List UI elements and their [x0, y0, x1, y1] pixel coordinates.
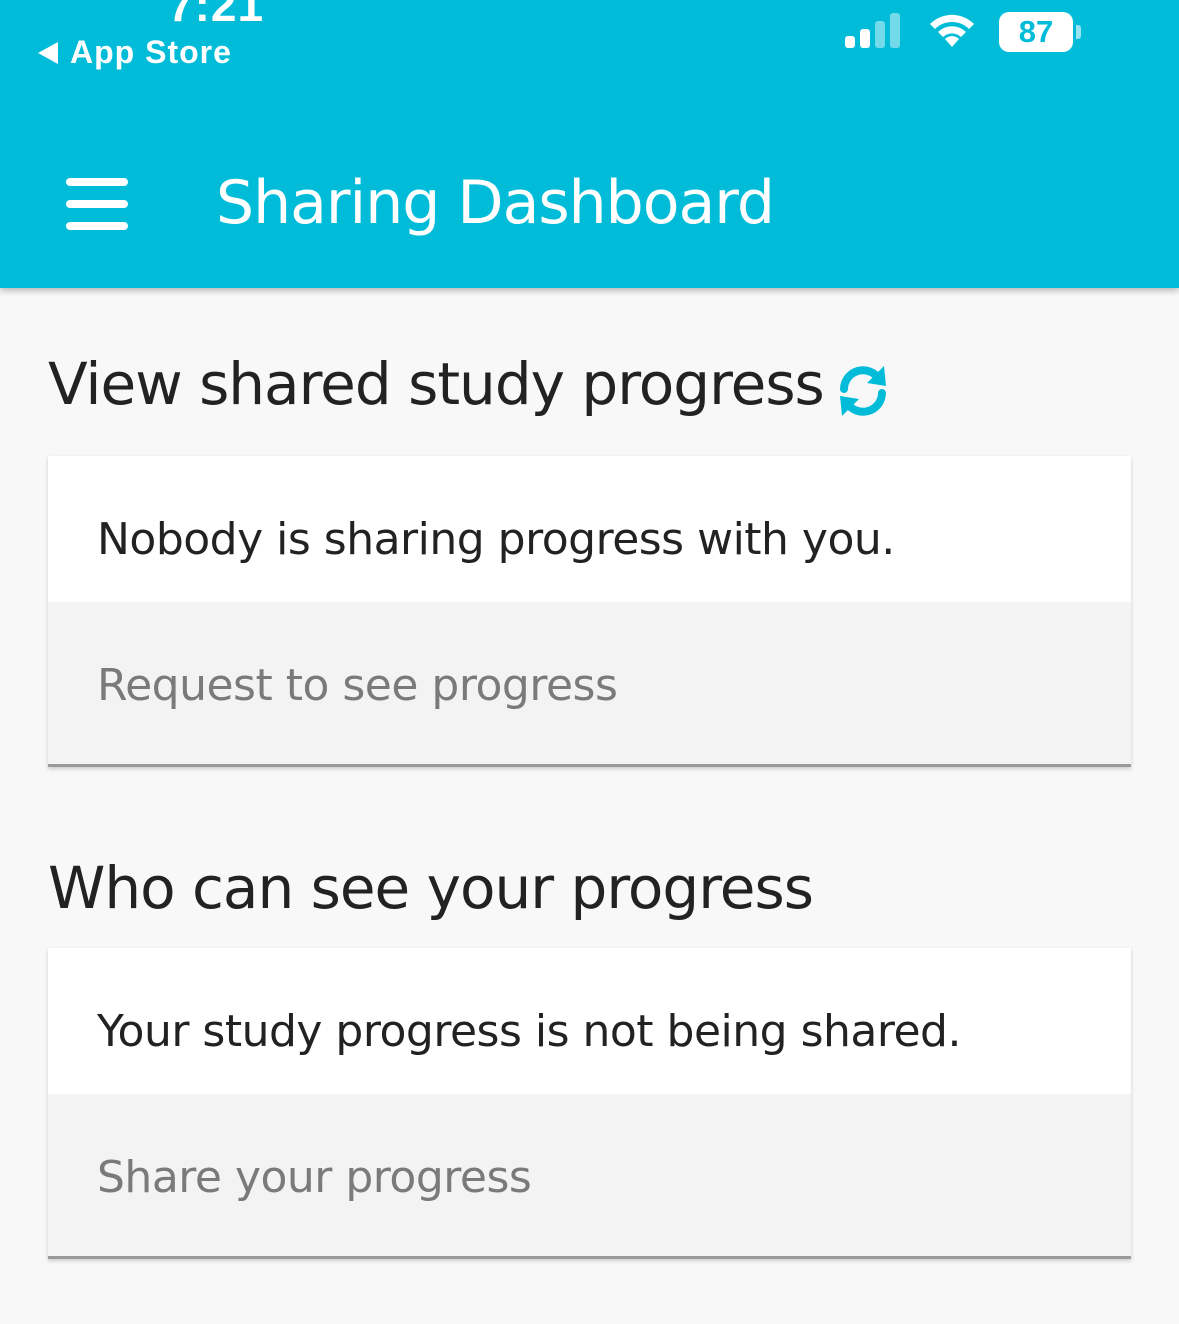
back-link-label: App Store	[70, 34, 232, 70]
battery-level: 87	[999, 12, 1073, 52]
share-progress-button[interactable]: Share your progress	[48, 1094, 1131, 1256]
cellular-signal-icon	[845, 13, 900, 48]
back-to-app-store-link[interactable]: App Store	[38, 34, 232, 71]
back-arrow-icon	[38, 41, 58, 64]
section-title-shared-progress: View shared study progress	[48, 350, 825, 418]
status-time: 7:21	[168, 0, 265, 31]
battery-tip	[1076, 25, 1081, 39]
hamburger-menu-icon[interactable]	[62, 172, 132, 236]
page-title: Sharing Dashboard	[216, 168, 775, 238]
section-title-who-can-see: Who can see your progress	[48, 854, 814, 922]
refresh-icon[interactable]	[834, 362, 892, 420]
your-progress-message: Your study progress is not being shared.	[97, 1006, 961, 1057]
shared-progress-card: Nobody is sharing progress with you. Req…	[48, 456, 1131, 767]
your-progress-card: Your study progress is not being shared.…	[48, 948, 1131, 1259]
wifi-icon	[930, 14, 974, 47]
request-progress-button[interactable]: Request to see progress	[48, 602, 1131, 764]
app-header: 7:21 App Store 87 Sharing Dashboard	[0, 0, 1179, 288]
shared-progress-message: Nobody is sharing progress with you.	[97, 514, 895, 565]
battery-icon: 87	[999, 12, 1081, 52]
